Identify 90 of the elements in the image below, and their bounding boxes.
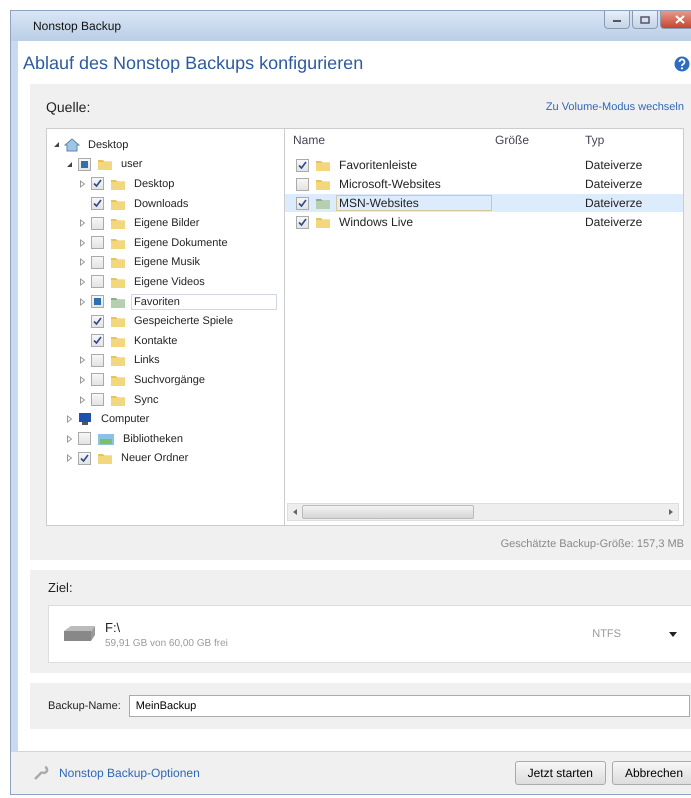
folder-icon xyxy=(97,451,113,466)
file-row[interactable]: Microsoft-Websites Dateiverze xyxy=(285,175,683,193)
checkbox[interactable] xyxy=(78,452,91,465)
folder-icon xyxy=(110,216,126,230)
tree-item[interactable]: Links xyxy=(131,352,163,368)
column-header[interactable]: Name xyxy=(285,133,495,147)
tree-item[interactable]: Neuer Ordner xyxy=(118,450,192,466)
window-title: Nonstop Backup xyxy=(33,19,122,33)
dialog-button[interactable]: Abbrechen xyxy=(612,761,691,785)
minimize-button[interactable] xyxy=(604,11,630,29)
backup-name-label: Backup-Name: xyxy=(48,700,121,712)
estimated-size: Geschätzte Backup-Größe: 157,3 MB xyxy=(500,537,684,550)
checkbox[interactable] xyxy=(91,216,104,230)
expander-icon[interactable] xyxy=(53,141,60,148)
checkbox[interactable] xyxy=(91,197,104,210)
column-header[interactable]: Größe xyxy=(495,133,585,147)
tree-item[interactable]: Sync xyxy=(131,392,162,408)
checkbox[interactable] xyxy=(91,334,104,348)
tree-item[interactable]: Downloads xyxy=(131,196,192,212)
tree-item[interactable]: Desktop xyxy=(85,136,132,153)
checkbox[interactable] xyxy=(296,158,309,172)
backup-name-field[interactable]: MeinBackup xyxy=(128,695,690,717)
file-name: Microsoft-Websites xyxy=(338,176,442,192)
close-icon xyxy=(675,15,685,24)
maximize-icon xyxy=(640,16,650,24)
wrench-icon xyxy=(33,765,49,781)
folder-icon xyxy=(315,158,331,172)
maximize-button[interactable] xyxy=(632,11,658,29)
dialog-button[interactable]: Jetzt starten xyxy=(514,761,606,785)
file-row[interactable]: MSN-Websites Dateiverze xyxy=(285,194,683,212)
checkbox[interactable] xyxy=(91,177,104,190)
drive-free-space: 59,91 GB von 60,00 GB frei xyxy=(105,638,228,648)
folder-icon xyxy=(315,196,331,210)
file-name: MSN-Websites xyxy=(336,195,492,211)
drive-letter: F:\ xyxy=(105,620,122,634)
checkbox[interactable] xyxy=(91,275,104,288)
caret-icon xyxy=(669,632,677,636)
tree-item[interactable]: user xyxy=(118,156,146,172)
checkbox[interactable] xyxy=(91,393,104,406)
checkbox[interactable] xyxy=(78,158,91,171)
checkbox[interactable] xyxy=(91,256,104,269)
checkbox[interactable] xyxy=(91,373,104,386)
column-header[interactable]: Typ xyxy=(585,133,683,147)
tree-item[interactable]: Bibliotheken xyxy=(120,430,186,447)
file-type: Dateiverze xyxy=(585,196,644,210)
checkbox[interactable] xyxy=(91,236,104,250)
source-label: Quelle: xyxy=(46,99,90,115)
volume-mode-link[interactable]: Zu Volume-Modus wechseln xyxy=(546,101,684,113)
tree-item[interactable]: Favoriten xyxy=(131,294,277,310)
checkbox[interactable] xyxy=(296,178,309,190)
checkbox[interactable] xyxy=(91,314,104,328)
tree-item[interactable]: Eigene Bilder xyxy=(131,215,202,232)
computer-icon xyxy=(77,412,93,426)
file-type: Dateiverze xyxy=(585,215,644,229)
expander-icon[interactable] xyxy=(66,160,73,168)
checkbox[interactable] xyxy=(91,295,104,308)
drive-dropdown[interactable]: F:\ 59,91 GB von 60,00 GB frei NTFS xyxy=(48,605,691,663)
folder-icon xyxy=(110,314,126,328)
tree-item[interactable]: Computer xyxy=(98,411,152,428)
tree-item[interactable]: Eigene Musik xyxy=(131,254,204,270)
file-name: Windows Live xyxy=(338,214,414,230)
checkbox[interactable] xyxy=(78,432,91,446)
target-label: Ziel: xyxy=(48,580,74,595)
file-type: Dateiverze xyxy=(585,158,644,172)
folder-icon xyxy=(110,353,126,368)
file-row[interactable]: Windows Live Dateiverze xyxy=(285,213,683,231)
folder-icon xyxy=(97,157,113,172)
library-icon xyxy=(97,432,115,446)
dialog-heading: Ablauf des Nonstop Backups konfigurieren xyxy=(23,53,364,74)
help-icon[interactable] xyxy=(674,56,690,72)
tree-item[interactable]: Gespeicherte Spiele xyxy=(131,313,236,330)
checkbox[interactable] xyxy=(91,354,104,367)
tree-item[interactable]: Eigene Dokumente xyxy=(131,234,231,251)
file-type: Dateiverze xyxy=(585,177,644,191)
folder-icon xyxy=(315,177,331,191)
close-button[interactable] xyxy=(660,11,691,29)
tree-item[interactable]: Suchvorgänge xyxy=(131,372,208,388)
checkbox[interactable] xyxy=(296,196,309,210)
file-name: Favoritenleiste xyxy=(338,157,418,173)
options-link[interactable]: Nonstop Backup-Optionen xyxy=(59,766,200,780)
checkbox[interactable] xyxy=(296,216,309,228)
file-row[interactable]: Favoritenleiste Dateiverze xyxy=(285,156,683,174)
tree-item[interactable]: Desktop xyxy=(131,176,178,192)
home-icon xyxy=(64,138,80,152)
tree-item[interactable]: Eigene Videos xyxy=(131,274,208,290)
folder-icon xyxy=(315,215,331,229)
folder-icon xyxy=(110,255,126,270)
tree-item[interactable]: Kontakte xyxy=(131,332,180,349)
scrollbar-thumb[interactable] xyxy=(302,505,474,519)
file-system: NTFS xyxy=(592,628,621,640)
